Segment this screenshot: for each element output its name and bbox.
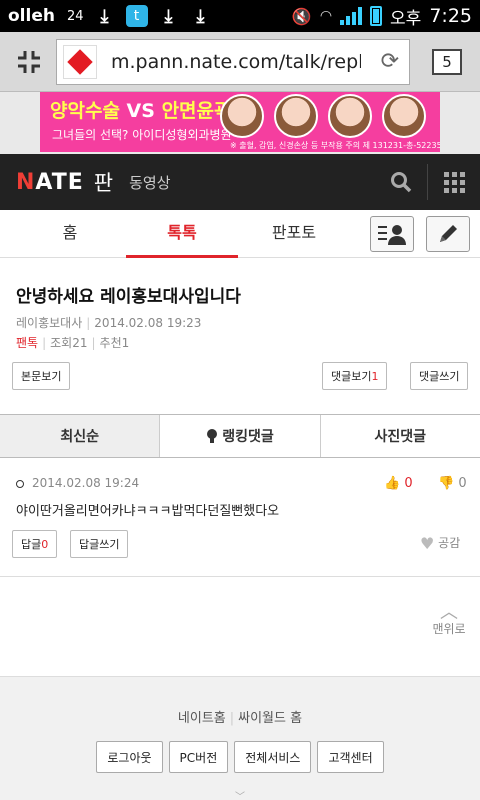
ad-face-image	[382, 94, 426, 138]
comment-like[interactable]: 👍 0	[384, 476, 413, 491]
divider	[0, 576, 480, 577]
ad-face-image	[274, 94, 318, 138]
customer-center-button[interactable]: 고객센터	[317, 741, 384, 773]
cyworld-home-link[interactable]: 싸이월드 홈	[238, 711, 302, 726]
medal-icon	[206, 429, 218, 443]
ad-banner[interactable]: 양악수술 VS 안면윤곽 그녀들의 선택? 아이디성형외과병원 ※ 출혈, 감염…	[40, 92, 440, 152]
site-header: NATE 판 동영상	[0, 154, 480, 210]
download-icon: ⤓	[196, 5, 205, 27]
ad-fine-print: ※ 출혈, 감염, 신경손상 등 부작용 주의 제 131231-총-52235…	[230, 141, 440, 150]
comment-author-icon	[16, 479, 24, 488]
mute-icon: 🔇	[291, 6, 312, 26]
view-comments-button[interactable]: 댓글보기 1	[322, 362, 388, 390]
download-icon: ⤓	[100, 5, 109, 27]
ad-face-image	[220, 94, 264, 138]
tab-toktok[interactable]: 톡톡	[126, 210, 238, 258]
my-page-button[interactable]	[370, 216, 414, 252]
ad-faces	[220, 94, 426, 138]
tab-pan-photo[interactable]: 판포토	[238, 210, 350, 258]
nate-home-link[interactable]: 네이트홈	[178, 711, 226, 726]
url-input[interactable]: m.pann.nate.com/talk/reply/v ⟳	[56, 38, 410, 85]
post-recommends: 추천1	[99, 336, 130, 350]
reload-icon[interactable]: ⟳	[381, 49, 399, 74]
download-icon: ⤓	[164, 5, 173, 27]
post-category[interactable]: 팬톡	[16, 336, 38, 350]
url-text[interactable]: m.pann.nate.com/talk/reply/v	[111, 51, 361, 73]
pc-version-button[interactable]: PC버전	[168, 741, 229, 773]
app-notification-icon: t	[125, 5, 148, 27]
reply-count-button[interactable]: 답글 0	[12, 530, 58, 558]
chevron-up-icon: ︿	[440, 602, 458, 623]
carrier-label: olleh	[8, 6, 55, 26]
comment-dislike[interactable]: 👎 0	[438, 476, 467, 491]
ad-headline: 양악수술 VS 안면윤곽	[50, 100, 232, 122]
signal-icon	[340, 7, 363, 25]
thumbs-up-icon: 👍	[384, 476, 401, 491]
thumbs-down-icon: 👎	[438, 476, 455, 491]
clock: 7:25	[429, 5, 472, 27]
tab-ranking-comments[interactable]: 랭킹댓글	[159, 415, 319, 457]
battery-icon	[370, 6, 383, 26]
write-comment-button[interactable]: 댓글쓰기	[410, 362, 469, 390]
post-meta: 레이홍보대사 | 2014.02.08 19:23	[16, 316, 202, 330]
logout-button[interactable]: 로그아웃	[96, 741, 163, 773]
tab-photo-comments[interactable]: 사진댓글	[319, 415, 480, 457]
nate-logo[interactable]: NATE	[16, 170, 84, 195]
comment-date: 2014.02.08 19:24	[32, 476, 140, 490]
post-views: 조회21	[50, 336, 88, 350]
wifi-icon: ◠	[319, 8, 333, 24]
post-date: 2014.02.08 19:23	[94, 316, 202, 330]
notification-count: 24	[66, 8, 84, 24]
scroll-to-top-button[interactable]: ︿ 맨위로	[426, 602, 472, 637]
footer-links: 네이트홈 | 싸이월드 홈	[177, 711, 303, 726]
view-body-button[interactable]: 본문보기	[12, 362, 71, 390]
write-post-button[interactable]	[426, 216, 470, 252]
app-letter: t	[125, 5, 148, 27]
comment-body: 야이딴거올리면어카냐ㅋㅋㅋ밥먹다던질뻔했다오	[16, 504, 280, 519]
all-services-grid-icon[interactable]	[428, 154, 480, 210]
video-link[interactable]: 동영상	[129, 172, 170, 193]
ad-face-image	[328, 94, 372, 138]
post-title: 안녕하세요 레이홍보대사입니다	[16, 287, 241, 307]
footer: 네이트홈 | 싸이월드 홈 로그아웃 PC버전 전체서비스 고객센터 ﹀	[0, 676, 480, 800]
comment-meta: 2014.02.08 19:24	[16, 476, 139, 490]
all-services-button[interactable]: 전체서비스	[234, 741, 312, 773]
heart-icon: ♥	[420, 534, 435, 553]
ad-area: 양악수술 VS 안면윤곽 그녀들의 선택? 아이디성형외과병원 ※ 출혈, 감염…	[0, 92, 480, 154]
tab-home[interactable]: 홈	[14, 210, 126, 258]
ad-subtitle: 그녀들의 선택? 아이디성형외과병원	[52, 128, 232, 142]
footer-buttons: 로그아웃 PC버전 전체서비스 고객센터	[0, 741, 480, 773]
search-icon[interactable]	[375, 154, 427, 210]
comment-sort-tabs: 최신순 랭킹댓글 사진댓글	[0, 414, 480, 458]
write-reply-button[interactable]: 답글쓰기	[70, 530, 129, 558]
ampm-label: 오후	[390, 8, 422, 29]
status-bar: olleh 24 ⤓ t ⤓ ⤓ 🔇 ◠ 오후 7:25	[0, 0, 480, 32]
browser-url-bar: m.pann.nate.com/talk/reply/v ⟳ 5	[0, 32, 480, 92]
tab-switcher-button[interactable]: 5	[432, 48, 462, 75]
site-favicon	[63, 44, 97, 79]
section-title[interactable]: 판	[94, 167, 113, 197]
chevron-down-icon[interactable]: ﹀	[216, 788, 264, 800]
tab-latest[interactable]: 최신순	[0, 415, 160, 457]
empathy-button[interactable]: ♥ 공감	[420, 534, 460, 553]
post-author[interactable]: 레이홍보대사	[16, 316, 82, 330]
post-stats: 팬톡 | 조회21 | 추천1	[16, 336, 130, 350]
exit-fullscreen-icon[interactable]	[12, 45, 46, 79]
nav-tabs: 홈 톡톡 판포토	[0, 210, 480, 258]
